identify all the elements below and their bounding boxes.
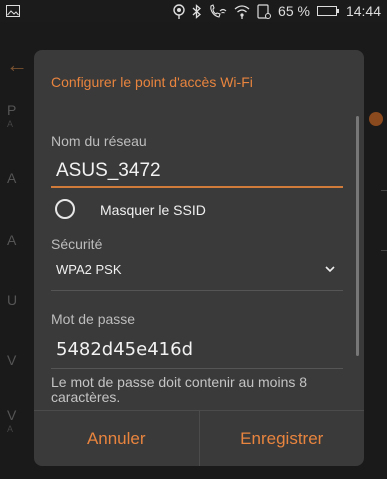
dialog-title: Configurer le point d'accès Wi-Fi [51,74,253,90]
security-divider [51,290,343,291]
bg-item-letter: V [7,407,17,423]
battery-icon [316,6,339,16]
status-bar: 65 % 14:44 [0,0,387,22]
call-wifi-icon [209,3,227,19]
bg-toggle-icon [369,112,383,126]
location-icon [173,3,185,19]
chevron-down-icon[interactable] [324,262,336,274]
download-icon [257,3,272,19]
password-divider [51,368,343,369]
cancel-button[interactable]: Annuler [34,411,199,466]
bg-divider [381,190,387,191]
wifi-hotspot-config-dialog: Configurer le point d'accès Wi-Fi Nom du… [34,50,364,466]
clock: 14:44 [345,3,381,19]
dialog-content: Nom du réseau ASUS_3472 Masquer le SSID … [34,108,364,408]
password-hint: Le mot de passe doit contenir au moins 8… [51,374,308,405]
save-button[interactable]: Enregistrer [198,411,365,466]
dialog-button-bar: Annuler Enregistrer [34,410,364,466]
network-name-underline [51,186,343,188]
security-select[interactable]: WPA2 PSK [56,262,122,277]
bg-item-letter: A [7,232,17,248]
password-input[interactable]: 5482d45e416d [56,339,193,360]
battery-percent: 65 % [278,3,310,19]
back-arrow-icon: ← [6,52,28,77]
image-icon [6,5,20,17]
wifi-hotspot-icon [234,4,250,19]
hide-ssid-radio[interactable] [55,199,75,219]
bluetooth-icon [192,3,202,19]
bg-item-letter: V [7,352,17,368]
bg-item-letter: P [7,102,17,118]
security-label: Sécurité [51,236,103,252]
network-name-label: Nom du réseau [51,133,147,149]
password-label: Mot de passe [51,311,136,327]
bg-item-sub-letter: A [7,119,14,129]
bg-divider [381,250,387,251]
bg-item-letter: A [7,170,17,186]
hide-ssid-label[interactable]: Masquer le SSID [100,202,206,218]
bg-item-letter: U [7,292,18,308]
network-name-input[interactable]: ASUS_3472 [56,160,161,182]
bg-item-sub-letter: A [7,424,14,434]
